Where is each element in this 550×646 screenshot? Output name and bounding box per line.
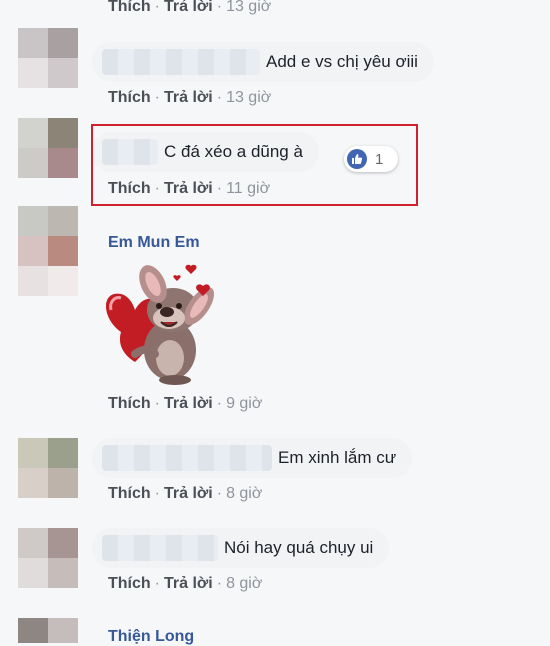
reaction-badge[interactable]: 1	[344, 146, 398, 172]
like-link[interactable]: Thích	[108, 485, 151, 502]
avatar[interactable]	[18, 528, 78, 588]
comment-text: Add e vs chị yêu ơiii	[266, 52, 418, 71]
avatar[interactable]	[18, 28, 78, 88]
comment-text: Nói hay quá chụy ui	[224, 538, 374, 557]
comment-actions: Thích · Trả lời · 8 giờ	[108, 575, 262, 593]
comment-actions: Thích · Trả lời · 13 giờ	[108, 89, 271, 107]
comment-time[interactable]: 8 giờ	[226, 575, 262, 592]
avatar[interactable]	[18, 438, 78, 498]
comment-time[interactable]: 13 giờ	[226, 0, 271, 15]
like-link[interactable]: Thích	[108, 89, 151, 106]
comment-1: Add e vs chị yêu ơiii Thích · Trả lời · 13 g…	[0, 28, 550, 113]
separator: ·	[216, 0, 223, 15]
blurred-name	[102, 49, 260, 75]
comment-actions: Thích · Trả lời · 13 giờ	[108, 0, 271, 16]
comment-author[interactable]: Thiện Long	[108, 628, 194, 646]
comment-4: Em xinh lắm cư Thích · Trả lời · 8 giờ	[0, 438, 550, 518]
comment-time[interactable]: 13 giờ	[226, 89, 271, 106]
separator: ·	[154, 575, 160, 592]
comment-bubble: Add e vs chị yêu ơiii	[92, 42, 434, 82]
blurred-name	[102, 445, 272, 471]
reply-link[interactable]: Trả lời	[164, 575, 213, 592]
separator: ·	[216, 485, 223, 502]
avatar[interactable]	[18, 618, 78, 643]
avatar[interactable]	[18, 206, 78, 266]
like-link[interactable]: Thích	[108, 575, 151, 592]
reply-link[interactable]: Trả lời	[164, 395, 213, 412]
reply-link[interactable]: Trả lời	[164, 89, 213, 106]
comment-0: Thích · Trả lời · 13 giờ	[0, 0, 550, 22]
comment-time[interactable]: 9 giờ	[226, 395, 262, 412]
comment-author[interactable]: Em Mun Em	[108, 234, 200, 252]
comment-text: Em xinh lắm cư	[278, 448, 397, 467]
separator: ·	[154, 0, 160, 15]
reply-link[interactable]: Trả lời	[164, 0, 213, 15]
separator: ·	[154, 485, 160, 502]
separator: ·	[154, 395, 160, 412]
comment-time[interactable]: 8 giờ	[226, 485, 262, 502]
comment-bubble: Em xinh lắm cư	[92, 438, 413, 478]
like-link[interactable]: Thích	[108, 0, 151, 15]
like-thumb-icon	[347, 149, 367, 169]
separator: ·	[154, 89, 160, 106]
reply-link[interactable]: Trả lời	[164, 485, 213, 502]
like-link[interactable]: Thích	[108, 395, 151, 412]
comment-actions: Thích · Trả lời · 8 giờ	[108, 485, 262, 503]
separator: ·	[216, 575, 223, 592]
comment-6: Thiện Long	[0, 618, 550, 646]
avatar-shadow	[18, 266, 78, 296]
comment-actions: Thích · Trả lời · 9 giờ	[108, 395, 262, 413]
reaction-count: 1	[375, 150, 384, 168]
comment-3: Em Mun Em Thích · Trả lời · 9 giờ	[0, 206, 550, 421]
comment-5: Nói hay quá chụy ui Thích · Trả lời · 8 giờ	[0, 528, 550, 613]
comment-bubble: Nói hay quá chụy ui	[92, 528, 390, 568]
separator: ·	[216, 89, 223, 106]
mouse-heart-sticker	[106, 264, 215, 385]
separator: ·	[216, 395, 223, 412]
avatar[interactable]	[18, 118, 78, 178]
blurred-name	[102, 535, 218, 561]
